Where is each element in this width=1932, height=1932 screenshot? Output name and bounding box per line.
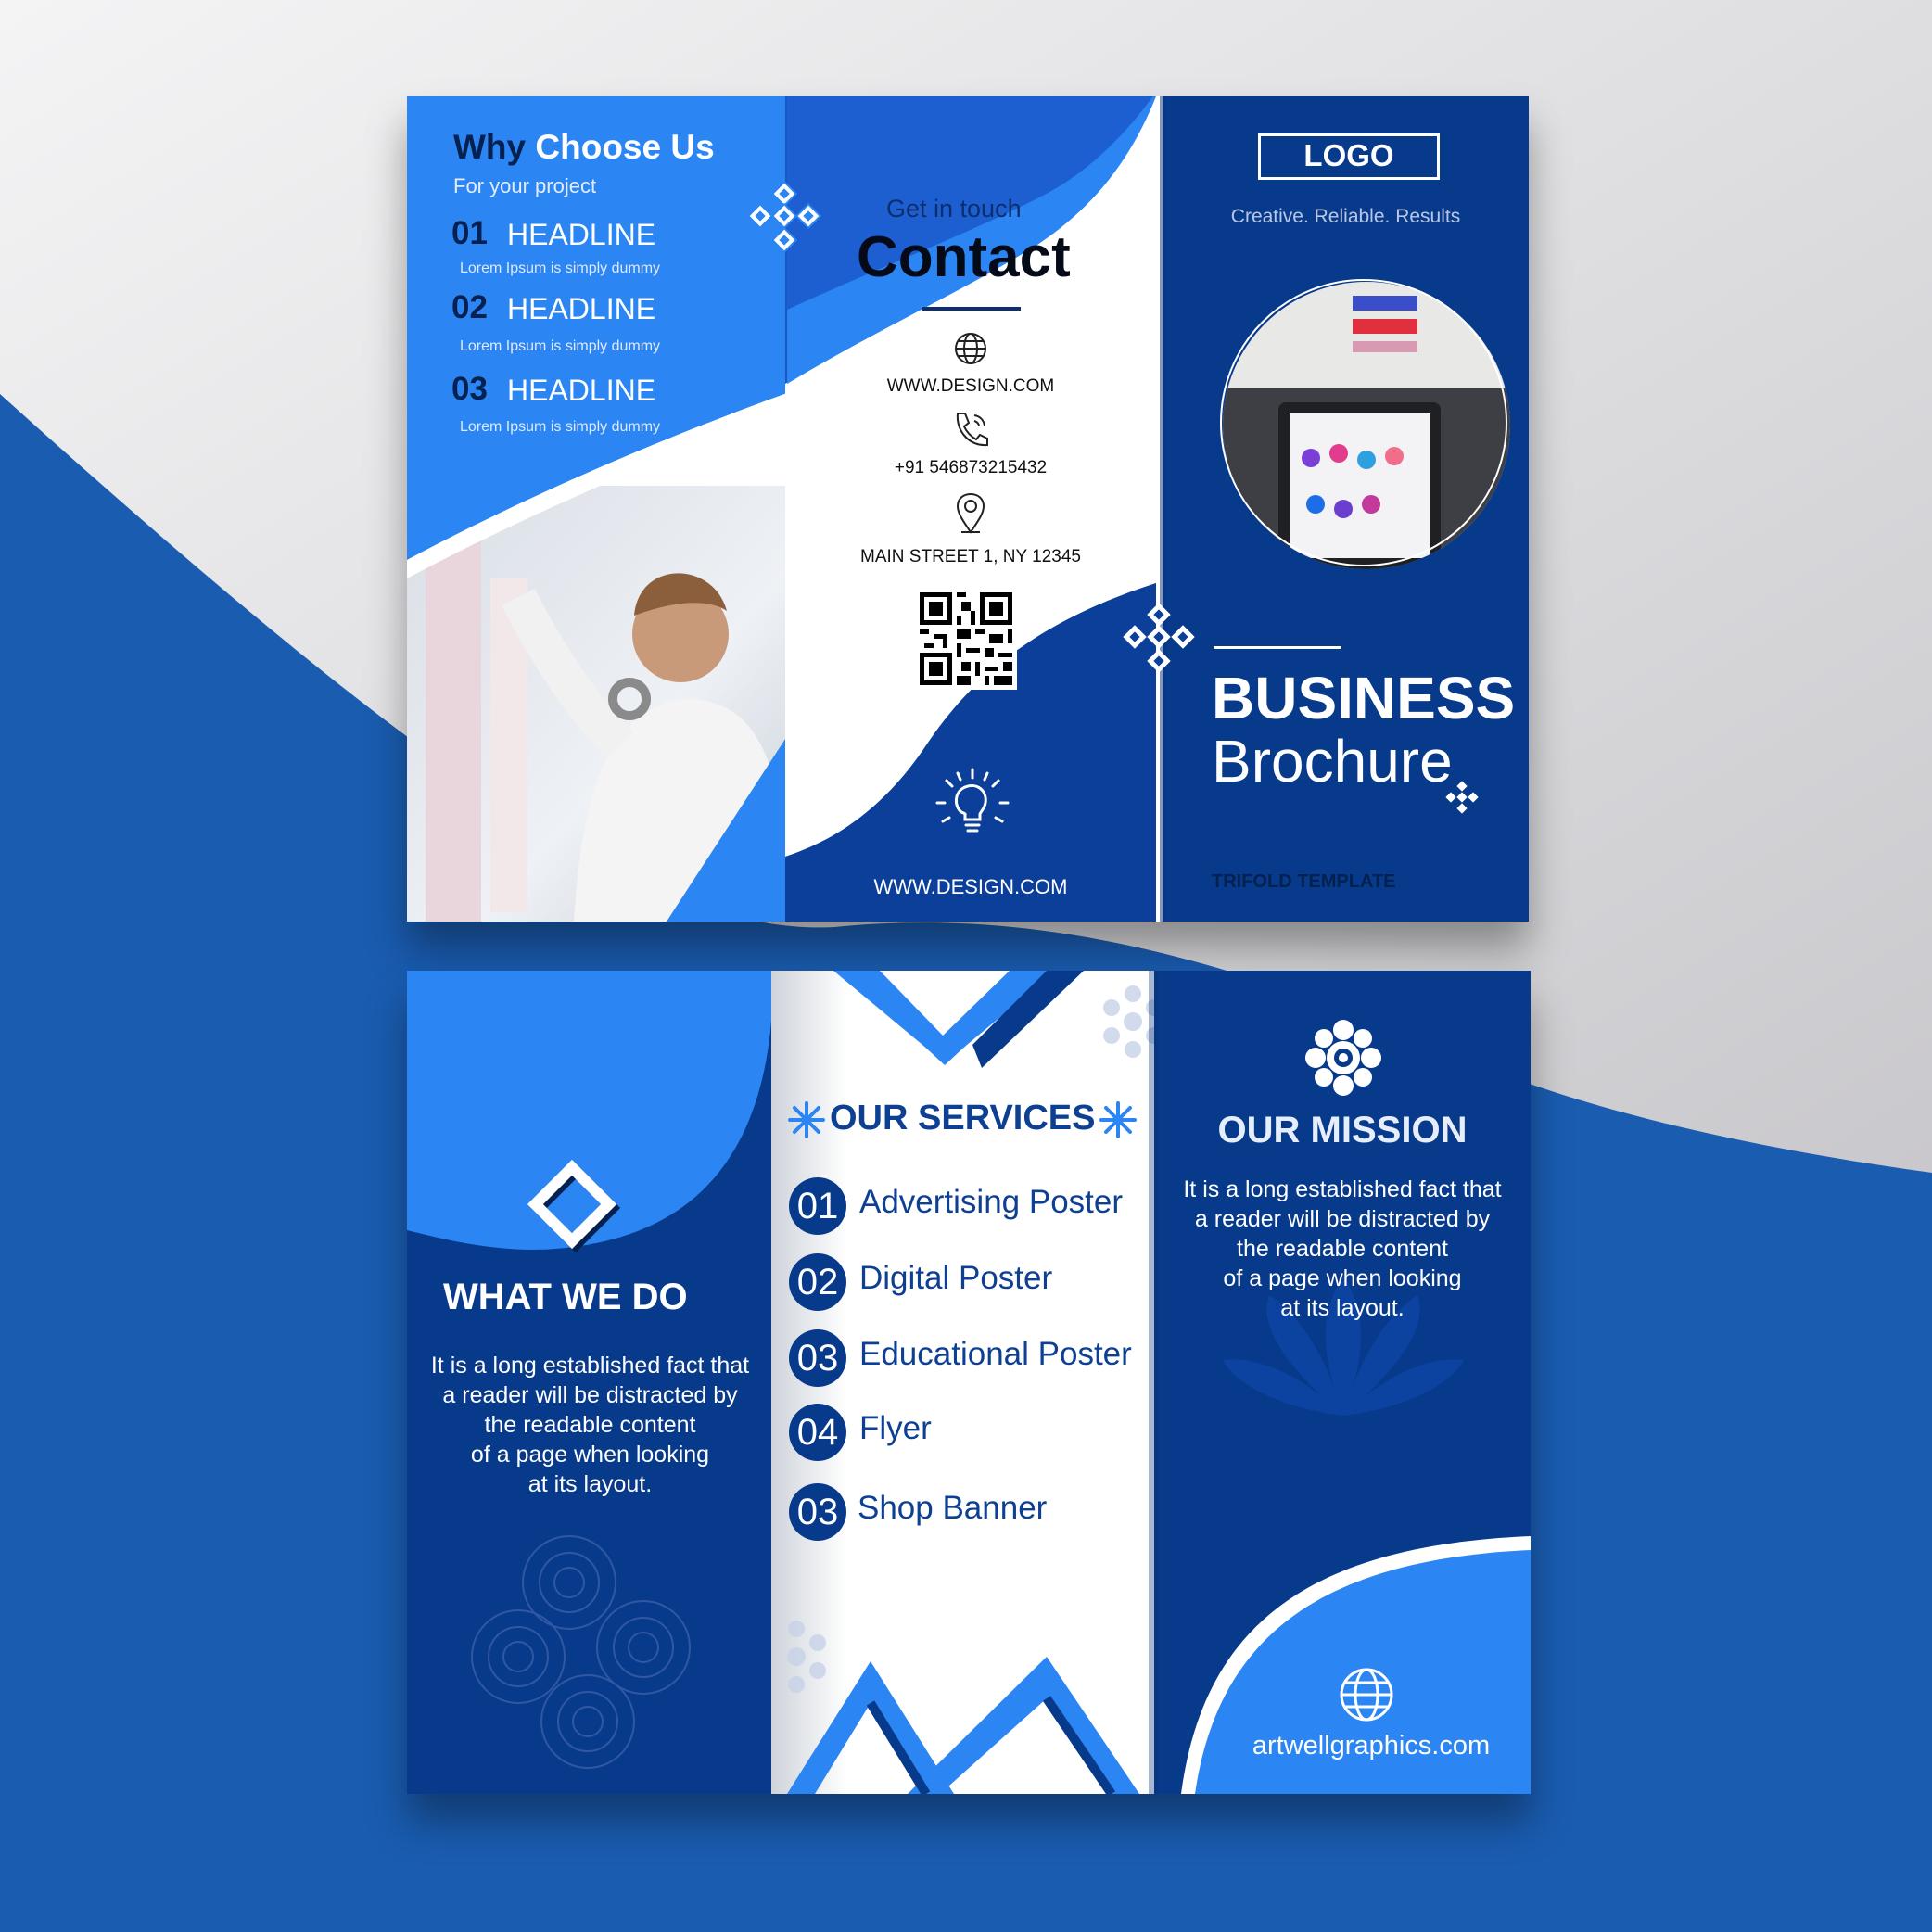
cover-tagline: Creative. Reliable. Results [1230, 206, 1461, 227]
contact-website[interactable]: WWW.DESIGN.COM [785, 376, 1156, 397]
why-choose-title: Why Choose Us [453, 128, 715, 167]
headline-1-label: HEADLINE [507, 218, 656, 251]
headline-2-text: Lorem Ipsum is simply dummy [460, 338, 661, 354]
diamond-cluster-icon [1123, 603, 1195, 673]
snowflake-icon [788, 1101, 825, 1138]
cover-template-label: TRIFOLD TEMPLATE [1212, 871, 1396, 892]
mission-line-2: a reader will be distracted by [1194, 1206, 1491, 1232]
contact-title: Contact [857, 225, 1071, 289]
service-3-number: 03 [789, 1329, 846, 1387]
cover-divider [1214, 646, 1341, 649]
mission-text: It is a long established fact that a rea… [1154, 1175, 1531, 1323]
diamond-cluster-icon [746, 180, 822, 254]
what-line-3: the readable content [484, 1412, 696, 1438]
cover-photo-frame [1220, 279, 1507, 566]
contact-footer-website[interactable]: WWW.DESIGN.COM [785, 875, 1156, 899]
logo-text: LOGO [1303, 138, 1394, 172]
mission-title: OUR MISSION [1217, 1110, 1468, 1150]
mission-line-1: It is a long established fact that [1183, 1176, 1502, 1202]
mission-line-5: at its layout. [1280, 1295, 1405, 1321]
service-5-label: Shop Banner [858, 1490, 1048, 1526]
headline-1-text: Lorem Ipsum is simply dummy [460, 261, 661, 276]
what-line-4: of a page when looking [470, 1442, 710, 1468]
mission-line-3: the readable content [1237, 1236, 1448, 1262]
service-3-label: Educational Poster [859, 1336, 1132, 1372]
what-line-5: at its layout. [527, 1471, 653, 1497]
headline-2-label: HEADLINE [507, 292, 656, 325]
diamond-outline-icon [527, 1159, 621, 1253]
qr-code[interactable] [915, 588, 1017, 690]
headline-3-num: 03 [451, 371, 488, 407]
small-diamond-icon [1445, 781, 1479, 814]
brochure-inside: WHAT WE DO It is a long established fact… [407, 971, 1531, 1794]
headline-1-num: 01 [451, 215, 488, 251]
contact-kicker: Get in touch [886, 195, 1022, 222]
what-we-do-title: WHAT WE DO [443, 1277, 688, 1317]
service-1-label: Advertising Poster [859, 1184, 1124, 1220]
contact-address: MAIN STREET 1, NY 12345 [860, 547, 1081, 566]
what-line-1: It is a long established fact that [430, 1353, 750, 1379]
headline-3-text: Lorem Ipsum is simply dummy [460, 419, 661, 435]
why-subtitle: For your project [453, 174, 597, 197]
why-title-light: Choose Us [535, 128, 715, 166]
mission-line-4: of a page when looking [1223, 1265, 1462, 1291]
cover-title-light: Brochure [1212, 728, 1453, 794]
globe-icon [955, 333, 986, 364]
services-title: OUR SERVICES [830, 1099, 1096, 1138]
headline-3-label: HEADLINE [507, 374, 656, 407]
service-2-number: 02 [789, 1253, 846, 1311]
flower-icon [1305, 1020, 1381, 1096]
mission-website[interactable]: artwellgraphics.com [1186, 1731, 1531, 1761]
snowflake-icon [1099, 1101, 1137, 1138]
what-line-2: a reader will be distracted by [442, 1382, 738, 1408]
brochure-outside: Why Choose Us For your project 01 HEADLI… [407, 96, 1529, 922]
why-title-dark: Why [453, 128, 527, 166]
location-pin-icon [956, 492, 985, 534]
phone-icon [956, 413, 988, 447]
lightbulb-icon [935, 768, 1010, 833]
globe-icon [1340, 1668, 1393, 1722]
headline-2-num: 02 [451, 289, 488, 325]
what-we-do-text: It is a long established fact that a rea… [407, 1351, 773, 1499]
service-4-label: Flyer [859, 1410, 932, 1446]
service-4-number: 04 [789, 1404, 846, 1461]
cover-title-bold: BUSINESS [1212, 665, 1516, 731]
contact-divider [922, 307, 1021, 311]
service-5-number: 03 [789, 1483, 846, 1541]
service-1-number: 01 [789, 1177, 846, 1235]
service-2-label: Digital Poster [859, 1260, 1053, 1296]
contact-phone[interactable]: +91 546873215432 [785, 458, 1156, 478]
